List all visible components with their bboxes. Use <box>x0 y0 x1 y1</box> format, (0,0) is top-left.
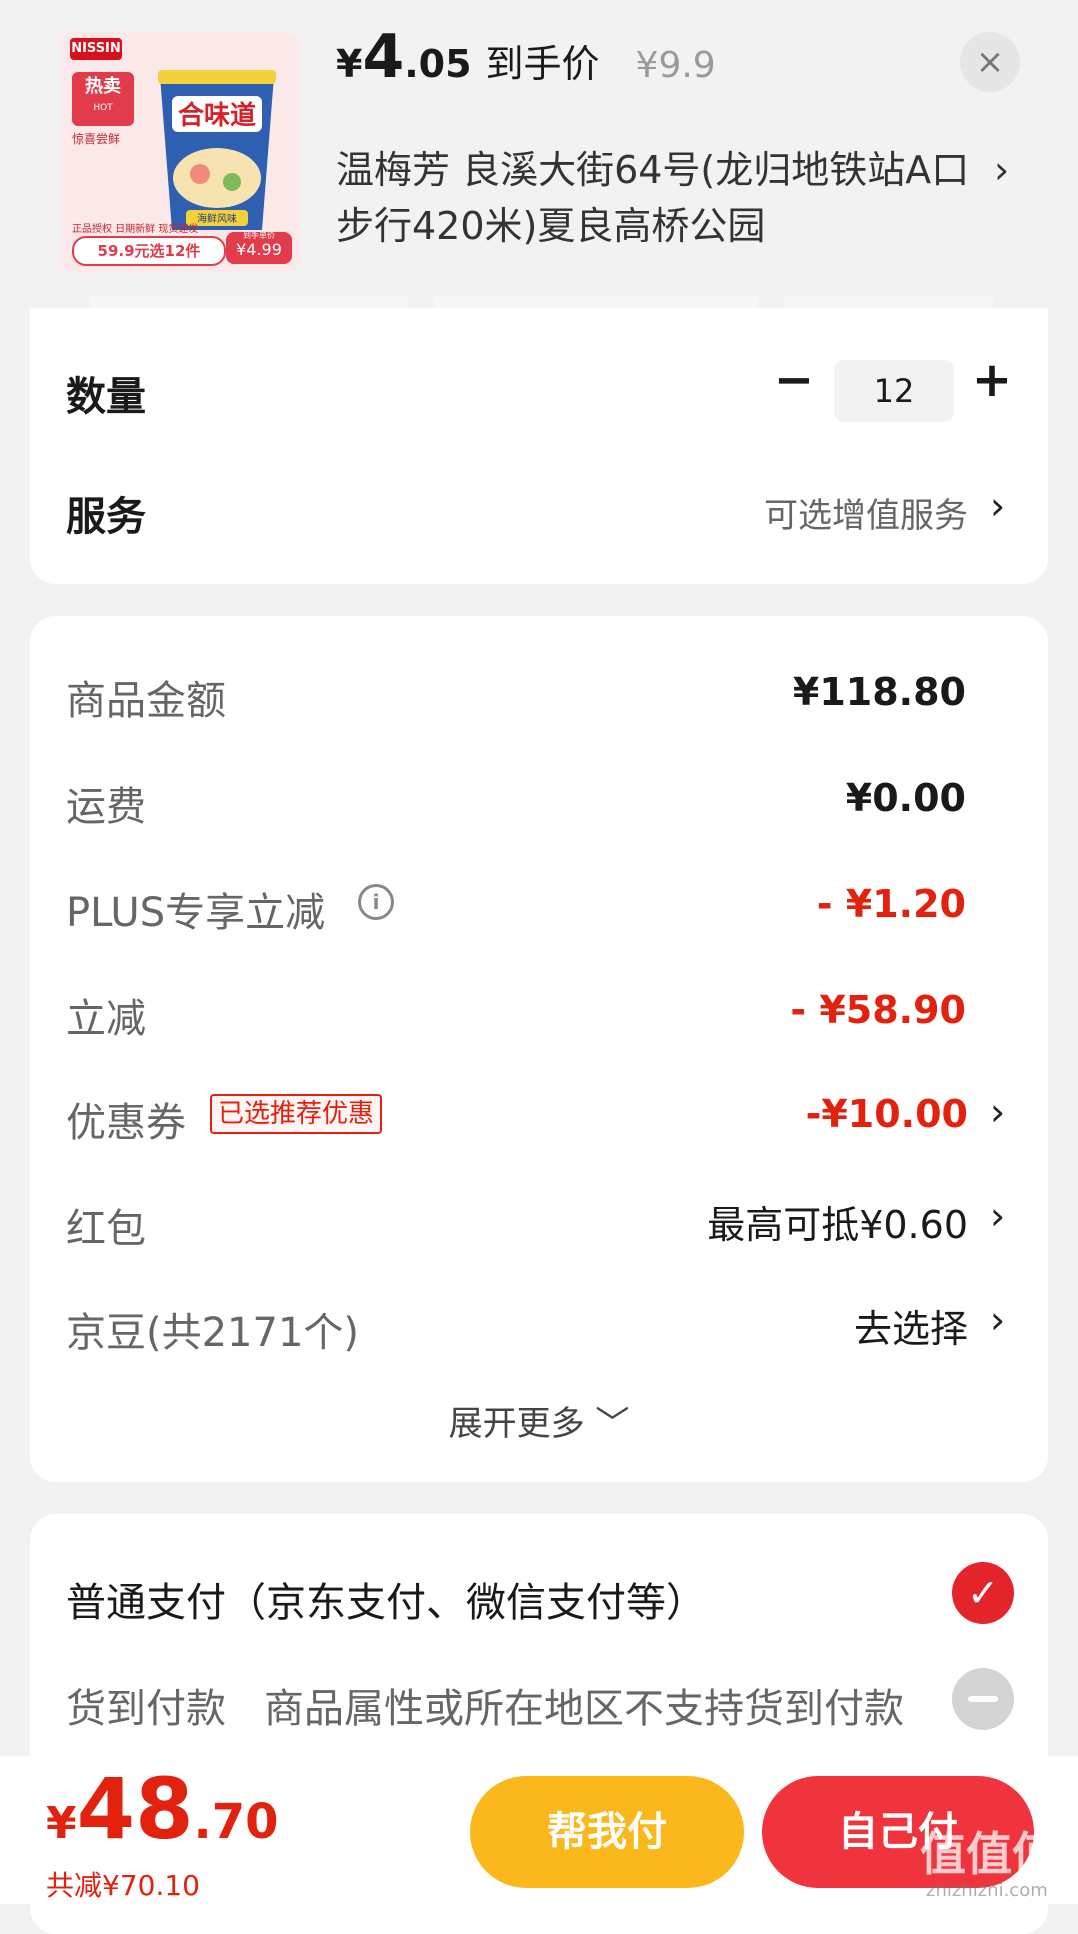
price-integer: 4 <box>362 22 405 92</box>
total-integer: 48 <box>76 1760 194 1858</box>
service-chevron-icon[interactable]: › <box>990 484 1005 528</box>
hot-caption: 惊喜尝鲜 <box>72 132 121 146</box>
coupon-label: 优惠券 <box>66 1100 186 1146</box>
jd-beans-chevron-icon[interactable]: › <box>990 1298 1005 1342</box>
quantity-input[interactable]: 12 <box>834 360 954 422</box>
red-packet-value[interactable]: 最高可抵¥0.60 <box>707 1194 968 1249</box>
product-header: NISSIN 热卖 HOT 惊喜尝鲜 合味道 海鲜风味 正品授权 日期新鲜 现货… <box>0 0 1078 314</box>
red-packet-label: 红包 <box>66 1206 146 1252</box>
check-selected-icon[interactable]: ✓ <box>952 1562 1014 1624</box>
hot-badge-sub: HOT <box>93 103 113 113</box>
price-decimal: .05 <box>404 42 472 86</box>
coupon-chevron-icon[interactable]: › <box>990 1090 1005 1134</box>
total-saved: 共减¥70.10 <box>46 1869 200 1902</box>
unit-price-tag-value: ¥4.99 <box>236 240 282 259</box>
quantity-plus-button[interactable]: + <box>970 356 1014 404</box>
expand-more-button[interactable]: 展开更多 ﹀ <box>0 1396 1078 1445</box>
unit-price-tag-sub: 到手单价 <box>243 231 275 240</box>
goods-amount-label: 商品金额 <box>66 678 226 724</box>
watermark-logo: 值值值 <box>920 1827 1058 1881</box>
instant-discount-label: 立减 <box>66 996 146 1042</box>
help-me-pay-button[interactable]: 帮我付 <box>470 1776 744 1888</box>
price-label: 到手价 <box>485 42 600 86</box>
close-icon[interactable]: × <box>960 32 1020 92</box>
total-currency: ¥ <box>46 1798 77 1849</box>
goods-amount-value: ¥118.80 <box>792 670 966 714</box>
options-card <box>30 308 1048 584</box>
jd-beans-label: 京豆(共2171个) <box>66 1310 360 1356</box>
product-strip-text: 正品授权 日期新鲜 现货速发 <box>72 224 199 235</box>
coupon-value[interactable]: -¥10.00 <box>806 1092 968 1136</box>
checkout-footer: ¥48.70 共减¥70.10 帮我付 自己付 <box>0 1756 1078 1904</box>
info-icon[interactable]: i <box>358 884 394 920</box>
coupon-selected-badge: 已选推荐优惠 <box>210 1094 383 1134</box>
service-label: 服务 <box>66 494 146 540</box>
cup-title: 合味道 <box>178 100 256 131</box>
nissin-logo: NISSIN <box>70 38 122 60</box>
shipping-value: ¥0.00 <box>845 776 966 820</box>
noodle-cup-image: 合味道 海鲜风味 <box>158 70 276 230</box>
service-value[interactable]: 可选增值服务 <box>764 488 968 537</box>
cod-note: 商品属性或所在地区不支持货到付款 <box>264 1686 904 1732</box>
unit-price-tag: 到手单价 ¥4.99 <box>226 231 292 264</box>
quantity-minus-button[interactable]: − <box>772 356 816 404</box>
check-disabled-icon <box>952 1668 1014 1730</box>
original-price: ¥9.9 <box>635 45 716 86</box>
plus-discount-label: PLUS专享立减 <box>66 890 326 936</box>
instant-discount-value: - ¥58.90 <box>790 988 966 1032</box>
hot-badge: 热卖 HOT <box>72 72 134 126</box>
total-decimal: .70 <box>193 1794 279 1850</box>
cup-flavor: 海鲜风味 <box>197 212 237 225</box>
delivery-address[interactable]: 温梅芳 良溪大街64号(龙归地铁站A口步行420米)夏良高桥公园 <box>336 142 976 254</box>
address-chevron-icon[interactable]: › <box>994 148 1009 192</box>
price-row: ¥4.05 到手价 ¥9.9 <box>336 22 716 102</box>
product-thumbnail[interactable]: NISSIN 热卖 HOT 惊喜尝鲜 合味道 海鲜风味 正品授权 日期新鲜 现货… <box>60 32 300 272</box>
cod-label: 货到付款 <box>66 1686 226 1732</box>
jd-beans-value[interactable]: 去选择 <box>854 1298 968 1353</box>
hot-badge-label: 热卖 <box>85 76 121 97</box>
watermark-url: zhizhizhi.com <box>926 1880 1048 1901</box>
normal-payment-label[interactable]: 普通支付（京东支付、微信支付等） <box>66 1570 706 1628</box>
quantity-label: 数量 <box>66 374 146 420</box>
total-price: ¥48.70 <box>46 1760 279 1858</box>
red-packet-chevron-icon[interactable]: › <box>990 1194 1005 1238</box>
shipping-label: 运费 <box>66 784 146 830</box>
bundle-tag: 59.9元选12件 <box>72 236 226 266</box>
plus-discount-value: - ¥1.20 <box>816 882 966 926</box>
price-currency: ¥ <box>336 42 363 86</box>
